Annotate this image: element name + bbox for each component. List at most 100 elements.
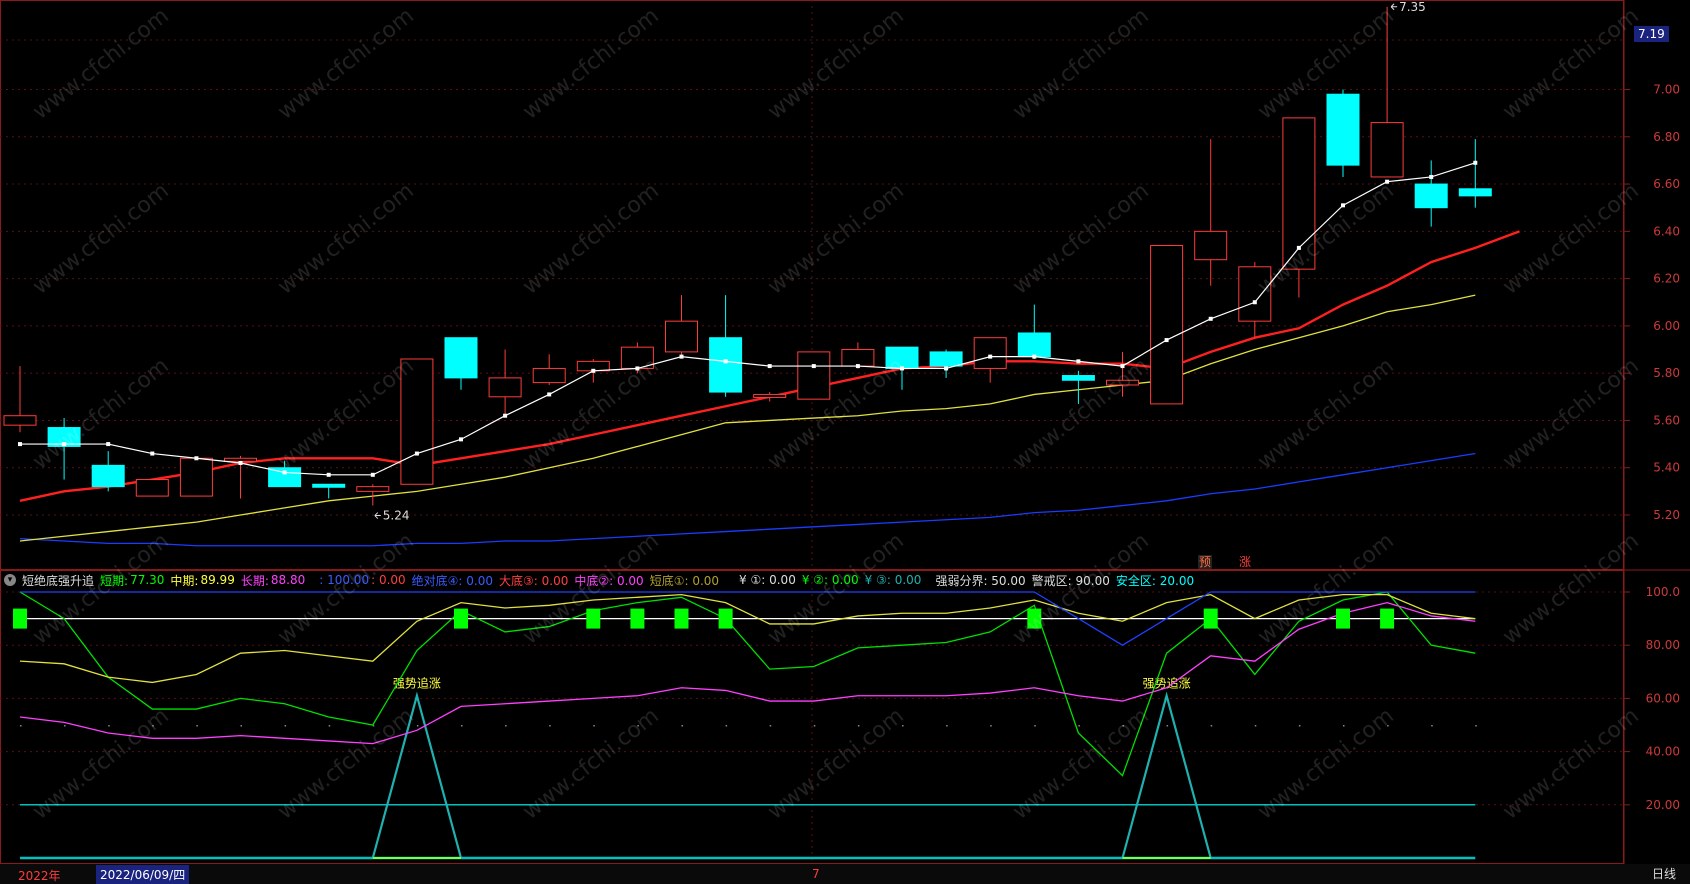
low-arrow (374, 512, 381, 519)
candle-down (1414, 183, 1448, 209)
ma5-marker (414, 451, 419, 456)
midline-dot (1298, 725, 1301, 727)
midline-dot (593, 725, 595, 727)
watermark-mark: www.cfchi.com (1498, 703, 1643, 824)
watermark-mark: www.cfchi.com (1008, 353, 1153, 474)
midline-dot (20, 725, 22, 727)
signal-bar (13, 608, 27, 629)
long-value: 88.80 (270, 573, 306, 587)
y2: ¥ ②: 0.00 (801, 573, 859, 587)
candle-down (312, 483, 346, 488)
watermark-mark: www.cfchi.com (1253, 703, 1398, 824)
midline-dot (681, 725, 683, 727)
candle-up (753, 393, 787, 398)
watermark-mark: www.cfchi.com (28, 178, 173, 299)
candle-up (135, 479, 169, 497)
candle-up (665, 320, 698, 353)
midline-dot (1166, 725, 1169, 727)
watermark-mark: www.cfchi.com (273, 178, 418, 299)
watermark-mark: www.cfchi.com (1498, 528, 1643, 649)
ma5-marker (767, 364, 772, 369)
mid-bottom: 中底②: 0.00 (574, 573, 644, 588)
watermark-mark: www.cfchi.com (273, 3, 418, 124)
candle-down (929, 351, 963, 367)
ma5-marker (194, 456, 199, 461)
rise-marker: 涨 (1239, 554, 1251, 569)
ma5-marker (855, 364, 860, 369)
ma5-marker (1341, 203, 1345, 208)
signal-bar (1380, 608, 1395, 629)
ma5-marker (1473, 160, 1478, 165)
watermark-mark: www.cfchi.com (273, 353, 418, 474)
watermark-mark: www.cfchi.com (763, 353, 908, 474)
ma5-marker (1076, 359, 1081, 364)
ma5-marker (18, 442, 22, 447)
candle-down (1458, 188, 1492, 197)
watermark-mark: www.cfchi.com (273, 703, 418, 824)
watermark-mark: www.cfchi.com (763, 703, 908, 824)
midline-dot (328, 725, 331, 727)
mid-label: 中期: (170, 573, 199, 588)
long-line (19, 601, 1476, 745)
candle-down (1061, 375, 1095, 381)
signal-bar (630, 608, 645, 629)
date-cursor: 2022/06/09/四 (96, 865, 190, 884)
price-tick-label: 5.40 (1653, 461, 1680, 475)
indicator-tick-label: 60.00 (1646, 691, 1680, 705)
midline-dot (1431, 725, 1433, 727)
ma60-line (19, 452, 1476, 547)
watermark-mark: www.cfchi.com (763, 3, 908, 124)
midline-dot (64, 725, 66, 727)
candle-up (841, 349, 875, 367)
indicator-tick-label: 40.00 (1646, 745, 1680, 759)
ma5-marker (1208, 316, 1213, 321)
midline-dot (990, 725, 992, 727)
indicator-name[interactable]: 短绝底强升追 (22, 572, 94, 589)
mid-value: 89.99 (200, 573, 235, 587)
candle-up (1150, 245, 1184, 405)
candle-up (179, 457, 213, 497)
big-bottom: 大底③: 0.00 (499, 573, 569, 588)
candle-up (224, 457, 257, 462)
high-label: 7.35 (1399, 0, 1426, 14)
candle-up (532, 367, 566, 384)
ma5-marker (547, 392, 552, 397)
candle-up (356, 486, 390, 492)
watermark-mark: www.cfchi.com (1253, 3, 1398, 124)
candle-up (488, 377, 522, 398)
pre-marker: 预 (1199, 555, 1211, 569)
last-price-flag: 7.19 (1634, 26, 1669, 42)
ma20-line (19, 294, 1476, 542)
watermark-mark: www.cfchi.com (1008, 178, 1153, 299)
year-label: 2022年 (18, 869, 61, 883)
month-label: 7 (812, 867, 820, 881)
short-bottom: 短底①: 0.00 (649, 573, 720, 588)
midline-dot (461, 725, 463, 727)
watermark-mark: www.cfchi.com (518, 3, 663, 124)
price-tick-label: 6.00 (1653, 319, 1680, 333)
midline-dot (1254, 725, 1257, 727)
collapse-icon[interactable]: ▾ (4, 574, 16, 586)
watermark-mark: www.cfchi.com (518, 703, 663, 824)
midline-dot (1210, 725, 1213, 727)
abs-bottom: 绝对底④: 0.00 (411, 573, 494, 588)
indicator-tick-label: 100.0 (1646, 585, 1680, 599)
ma5-marker (811, 364, 816, 369)
watermark-mark: www.cfchi.com (1008, 3, 1153, 124)
period-label[interactable]: 日线 (1652, 865, 1676, 882)
blank-value: : 100.00 (319, 573, 370, 587)
safe-zone: 安全区: 20.00 (1115, 573, 1195, 588)
price-tick-label: 6.80 (1653, 130, 1680, 144)
watermark-mark: www.cfchi.com (1253, 353, 1398, 474)
indicator-tick-label: 80.00 (1646, 638, 1680, 652)
watermark-mark: www.cfchi.com (1008, 703, 1153, 824)
midline-dot (240, 725, 242, 727)
signal-bar (718, 608, 733, 629)
price-tick-label: 7.00 (1653, 83, 1680, 97)
candle-down (1326, 93, 1360, 166)
ma5-marker (1429, 174, 1434, 179)
midline-dot (284, 725, 287, 727)
ma5-marker (723, 359, 728, 364)
chart-canvas[interactable]: 7.00 6.80 6.60 6.40 6.20 6.00 5.80 5.60 5.40 5.20… (0, 0, 1690, 884)
watermark-mark: www.cfchi.com (1498, 353, 1643, 474)
